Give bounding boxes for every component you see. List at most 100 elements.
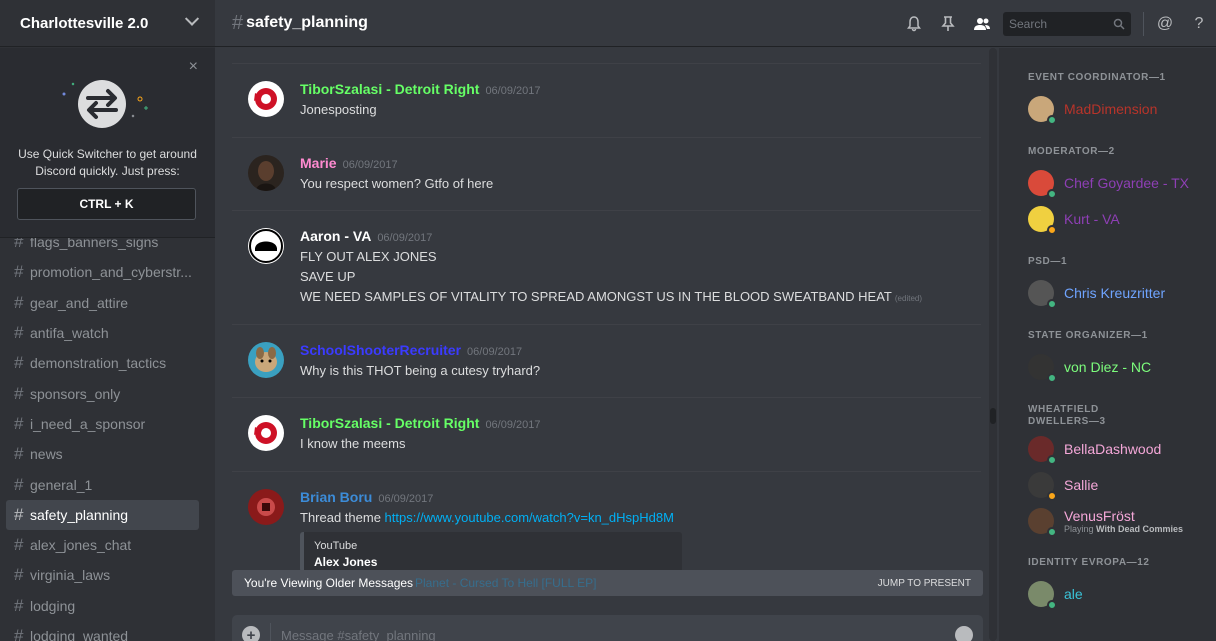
channel-item-lodging-wanted[interactable]: # lodging_wanted: [6, 621, 199, 641]
message-text-content: You respect women? Gtfo of here: [300, 176, 494, 191]
member-avatar[interactable]: [1028, 581, 1057, 610]
channel-label: sponsors_only: [30, 385, 121, 402]
message-author[interactable]: SchoolShooterRecruiter: [300, 342, 461, 358]
message-scrollbar-thumb[interactable]: [990, 408, 996, 424]
server-header[interactable]: Charlottesville 2.0: [0, 0, 215, 47]
channel-item-general-1[interactable]: # general_1: [6, 469, 199, 499]
message-author[interactable]: TiborSzalasi - Detroit Right: [300, 415, 479, 431]
channel-hash-icon: #: [14, 565, 24, 585]
bell-icon[interactable]: [897, 0, 931, 47]
channel-label: lodging_wanted: [30, 628, 129, 641]
member-item[interactable]: VenusFröst Playing With Dead Commies: [1028, 507, 1183, 537]
message-scrollbar-track[interactable]: [989, 48, 997, 641]
member-item[interactable]: ale: [1028, 580, 1083, 610]
channel-item-demonstration-tactics[interactable]: # demonstration_tactics: [6, 348, 199, 378]
activity-prefix: Playing: [1064, 524, 1097, 534]
user-avatar[interactable]: [248, 415, 284, 451]
member-avatar[interactable]: [1028, 280, 1057, 309]
channel-item-gear-and-attire[interactable]: # gear_and_attire: [6, 288, 199, 318]
message-link[interactable]: https://www.youtube.com/watch?v=kn_dHspH…: [385, 510, 674, 525]
message-body: Marie 06/09/2017 You respect women? Gtfo o…: [300, 155, 493, 194]
jump-to-present-button[interactable]: JUMP TO PRESENT: [878, 578, 971, 589]
pin-icon[interactable]: [931, 0, 965, 47]
member-avatar[interactable]: [1028, 472, 1057, 501]
at-icon[interactable]: @: [1148, 0, 1182, 47]
members-icon[interactable]: [965, 0, 999, 47]
user-avatar[interactable]: [248, 155, 284, 191]
member-list: EVENT COORDINATOR—1 MadDimension MODERATOR…: [999, 48, 1216, 641]
emoji-picker-icon[interactable]: [955, 626, 973, 641]
channel-item-virginia-laws[interactable]: # virginia_laws: [6, 560, 199, 590]
older-messages-text: You're Viewing Older Messages: [244, 576, 414, 590]
member-name: Chris Kreuzritter: [1064, 285, 1166, 301]
user-avatar[interactable]: [248, 489, 284, 525]
chevron-down-icon[interactable]: [184, 11, 200, 26]
channel-item-i-need-a-sponsor[interactable]: # i_need_a_sponsor: [6, 409, 199, 439]
toolbar-divider: [1143, 11, 1144, 36]
message-body: TiborSzalasi - Detroit Right 06/09/2017 I …: [300, 415, 541, 454]
member-avatar[interactable]: [1028, 508, 1057, 537]
member-info: Sallie: [1064, 477, 1098, 493]
channel-item-alex-jones-chat[interactable]: # alex_jones_chat: [6, 530, 199, 560]
member-item[interactable]: von Diez - NC: [1028, 353, 1151, 383]
quick-switcher-shortcut[interactable]: CTRL + K: [17, 188, 196, 220]
member-item[interactable]: Kurt - VA: [1028, 205, 1120, 235]
channel-label: promotion_and_cyberstr...: [30, 264, 192, 281]
channel-hash-icon: #: [14, 535, 24, 555]
message-input[interactable]: Message #safety_planning: [281, 628, 955, 641]
channel-label: antifa_watch: [30, 325, 109, 342]
user-avatar[interactable]: [248, 342, 284, 378]
member-item[interactable]: BellaDashwood: [1028, 435, 1162, 465]
member-name: MadDimension: [1064, 101, 1158, 117]
channel-header: # safety_planning Search @ ?: [215, 0, 1216, 47]
message-author[interactable]: Aaron - VA: [300, 228, 371, 244]
member-info: Chris Kreuzritter: [1064, 285, 1165, 301]
help-icon[interactable]: ?: [1182, 0, 1216, 47]
channel-hash-icon: #: [14, 383, 24, 403]
embed-title[interactable]: Alex Jones: [314, 555, 672, 569]
message-text: SAVE UP: [300, 267, 922, 287]
channel-sidebar: Charlottesville 2.0 × Use Quick Switcher…: [0, 0, 215, 641]
channel-item-antifa-watch[interactable]: # antifa_watch: [6, 318, 199, 348]
message-body: Aaron - VA 06/09/2017 FLY OUT ALEX JONES SA…: [300, 228, 922, 309]
message-header: Marie 06/09/2017: [300, 155, 493, 174]
status-online-icon: [1047, 299, 1057, 309]
user-avatar[interactable]: [248, 81, 284, 117]
channel-item-promotion-and-cyberstr-[interactable]: # promotion_and_cyberstr...: [6, 257, 199, 287]
member-item[interactable]: Sallie: [1028, 471, 1098, 501]
channel-item-safety-planning[interactable]: # safety_planning: [6, 499, 199, 530]
message-composer[interactable]: + Message #safety_planning: [232, 615, 983, 641]
member-item[interactable]: Chef Goyardee - TX: [1028, 169, 1189, 199]
message-body: TiborSzalasi - Detroit Right 06/09/2017 Jo…: [300, 81, 541, 120]
member-avatar[interactable]: [1028, 354, 1057, 383]
upload-plus-icon[interactable]: +: [242, 626, 260, 641]
member-avatar[interactable]: [1028, 206, 1057, 235]
channel-label: news: [30, 446, 63, 463]
message-author[interactable]: Brian Boru: [300, 489, 372, 505]
member-name: BellaDashwood: [1064, 441, 1162, 457]
message-group: Marie 06/09/2017 You respect women? Gtfo o…: [232, 137, 981, 210]
user-avatar[interactable]: [248, 228, 284, 264]
member-activity: Playing With Dead Commies: [1064, 524, 1183, 534]
message-text: WE NEED SAMPLES OF VITALITY TO SPREAD AM…: [300, 287, 922, 309]
member-item[interactable]: MadDimension: [1028, 95, 1158, 125]
member-avatar[interactable]: [1028, 170, 1057, 199]
member-avatar[interactable]: [1028, 96, 1057, 125]
activity-name: With Dead Commies: [1096, 524, 1183, 534]
channel-item-news[interactable]: # news: [6, 439, 199, 469]
close-icon[interactable]: ×: [189, 58, 198, 76]
message-author[interactable]: Marie: [300, 155, 337, 171]
search-input[interactable]: Search: [1003, 11, 1131, 36]
message-text: Why is this THOT being a cutesy tryhard?: [300, 361, 540, 381]
member-avatar[interactable]: [1028, 436, 1057, 465]
channel-item-lodging[interactable]: # lodging: [6, 591, 199, 621]
message-text: Jonesposting: [300, 100, 541, 120]
member-item[interactable]: Chris Kreuzritter: [1028, 279, 1165, 309]
channel-item-sponsors-only[interactable]: # sponsors_only: [6, 378, 199, 408]
channel-hash-icon: #: [232, 11, 244, 34]
member-name: ale: [1064, 586, 1083, 602]
message-author[interactable]: TiborSzalasi - Detroit Right: [300, 81, 479, 97]
member-name: VenusFröst: [1064, 508, 1135, 524]
channel-label: demonstration_tactics: [30, 355, 167, 372]
member-info: ale: [1064, 586, 1083, 602]
